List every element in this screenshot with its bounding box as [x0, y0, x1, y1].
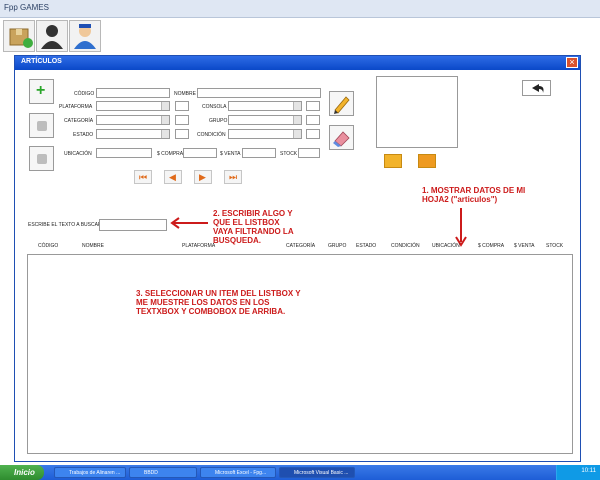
codigo-field[interactable] [96, 88, 170, 98]
taskbar-item-2[interactable]: BBDD [129, 467, 197, 478]
header-grupo: GRUPO [328, 243, 347, 249]
user-toolbar-button[interactable] [36, 20, 68, 52]
compra-label: $ COMPRA [157, 151, 184, 157]
taskbar-item-1[interactable]: Trabajos de Alinaren ... [54, 467, 126, 478]
employee-toolbar-button[interactable] [69, 20, 101, 52]
ubicacion-field[interactable] [96, 148, 152, 158]
box-icon [9, 28, 33, 48]
stock-field[interactable] [298, 148, 320, 158]
previous-record-button[interactable]: ◀ [164, 170, 182, 184]
header-ubicacion: UBICACIÓN [432, 243, 460, 249]
search-input[interactable] [99, 219, 167, 231]
edit-icon [37, 121, 47, 131]
taskbar: Inicio Trabajos de Alinaren ... BBDD Mic… [0, 465, 600, 480]
grupo-extra-field[interactable] [306, 115, 320, 125]
search-label: ESCRIBE EL TEXTO A BUSCAR: [28, 222, 103, 228]
note-2: 2. ESCRIBIR ALGO Y QUE EL LISTBOX VAYA F… [213, 209, 294, 245]
header-nombre: NOMBRE [82, 243, 104, 249]
next-record-button[interactable]: ▶ [194, 170, 212, 184]
plataforma-combo[interactable] [96, 101, 170, 111]
add-button[interactable]: + [29, 79, 54, 104]
next-arrow-icon: ▶ [199, 172, 206, 182]
header-stock: STOCK [546, 243, 564, 249]
nombre-label: NOMBRE [174, 91, 196, 97]
last-arrow-icon: ⏭ [229, 172, 238, 182]
condicion-label: CONDICIÓN [197, 132, 226, 138]
close-button[interactable]: × [566, 57, 578, 68]
estado-combo[interactable] [96, 129, 170, 139]
eraser-icon [333, 131, 350, 147]
system-tray: 10:11 [556, 465, 600, 480]
articles-listbox[interactable] [27, 254, 573, 454]
condicion-combo[interactable] [228, 129, 302, 139]
consola-label: CONSOLA [202, 104, 227, 110]
note-1: 1. MOSTRAR DATOS DE MI HOJA2 ("articulos… [422, 186, 526, 204]
delete-icon [37, 154, 47, 164]
taskbar-item-4[interactable]: Microsoft Visual Basic ... [279, 467, 355, 478]
employee-icon [74, 24, 96, 49]
return-arrow-icon [532, 84, 544, 93]
note-3: 3. SELECCIONAR UN ITEM DEL LISTBOX Y ME … [136, 289, 301, 316]
venta-label: $ VENTA [220, 151, 241, 157]
window-title-bar: Fpp GAMES [0, 0, 600, 18]
start-button[interactable]: Inicio [0, 465, 44, 480]
left-arrow-icon [170, 217, 208, 229]
header-plataforma: PLATAFORMA [182, 243, 216, 249]
consola-extra-field[interactable] [306, 101, 320, 111]
consola-combo[interactable] [228, 101, 302, 111]
down-arrow-icon [455, 208, 467, 247]
plataforma-label: PLATAFORMA [59, 104, 93, 110]
stock-label: STOCK [280, 151, 298, 157]
header-estado: ESTADO [356, 243, 377, 249]
products-toolbar-button[interactable] [3, 20, 35, 52]
prev-arrow-icon: ◀ [169, 172, 176, 182]
first-record-button[interactable]: ⏮ [134, 170, 152, 184]
grupo-combo[interactable] [228, 115, 302, 125]
pencil-icon [334, 96, 350, 114]
venta-field[interactable] [242, 148, 276, 158]
plus-icon: + [36, 82, 46, 99]
first-arrow-icon: ⏮ [139, 172, 148, 182]
last-record-button[interactable]: ⏭ [224, 170, 242, 184]
window-title: Fpp GAMES [4, 3, 49, 12]
clock: 10:11 [581, 468, 596, 474]
estado-label: ESTADO [73, 132, 94, 138]
header-condicion: CONDICIÓN [391, 243, 420, 249]
nombre-field[interactable] [197, 88, 321, 98]
categoria-combo[interactable] [96, 115, 170, 125]
dialog-title-bar: ARTÍCULOS × [15, 56, 580, 70]
header-venta: $ VENTA [514, 243, 535, 249]
product-image-box [376, 76, 458, 148]
edit-record-button[interactable] [329, 91, 354, 116]
categoria-extra-field[interactable] [175, 115, 189, 125]
user-icon [41, 25, 63, 49]
plataforma-extra-field[interactable] [175, 101, 189, 111]
header-compra: $ COMPRA [478, 243, 505, 249]
edit-button[interactable] [29, 113, 54, 138]
header-codigo: CÓDIGO [38, 243, 59, 249]
save-image-button[interactable] [418, 154, 436, 168]
compra-field[interactable] [183, 148, 217, 158]
ubicacion-label: UBICACIÓN [64, 151, 92, 157]
estado-extra-field[interactable] [175, 129, 189, 139]
condicion-extra-field[interactable] [306, 129, 320, 139]
grupo-label: GRUPO [209, 118, 228, 124]
categoria-label: CATEGORÍA [64, 118, 94, 124]
dialog-title: ARTÍCULOS [21, 58, 62, 65]
taskbar-item-3[interactable]: Microsoft Excel - Fpg... [200, 467, 276, 478]
delete-button[interactable] [29, 146, 54, 171]
return-button[interactable] [522, 80, 551, 96]
clear-record-button[interactable] [329, 125, 354, 150]
header-categoria: CATEGORÍA [286, 243, 316, 249]
load-image-button[interactable] [384, 154, 402, 168]
codigo-label: CÓDIGO [74, 91, 95, 97]
